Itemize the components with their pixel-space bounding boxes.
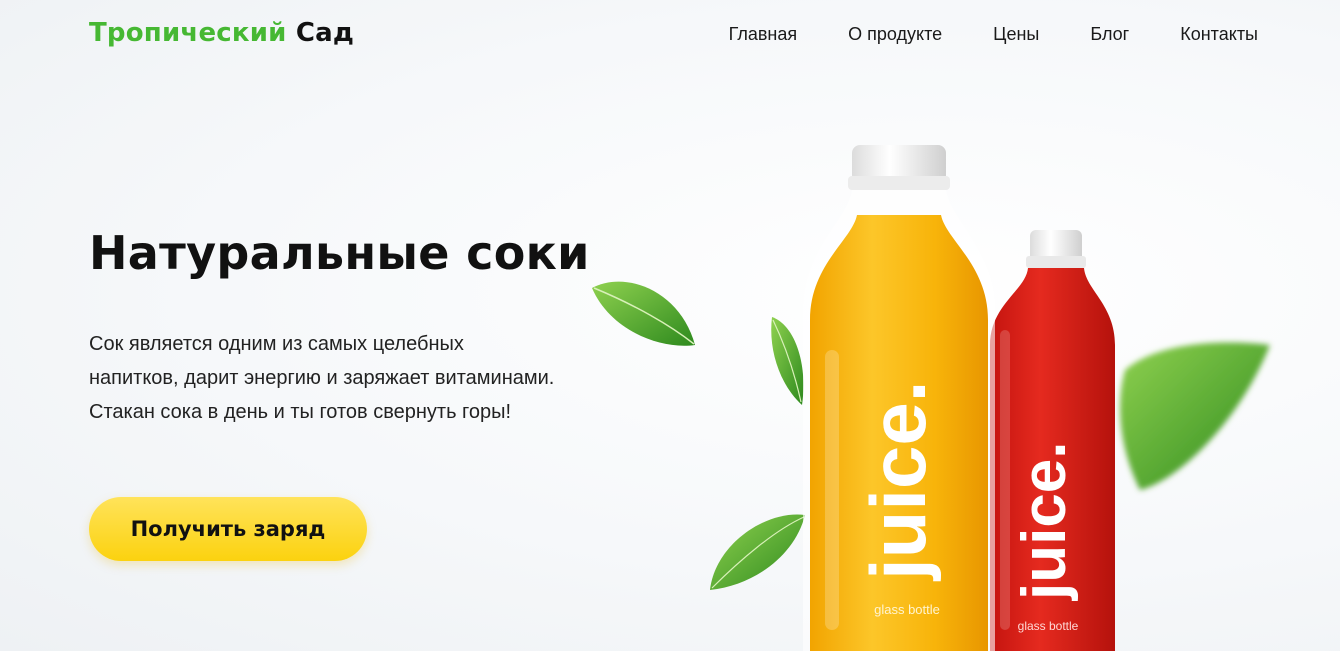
bottle-brand-orange: juice.: [854, 381, 942, 582]
site-logo[interactable]: Тропический Сад: [89, 18, 354, 48]
nav-link-contacts[interactable]: Контакты: [1180, 24, 1258, 45]
logo-word-2: Сад: [295, 18, 355, 48]
get-charge-button[interactable]: Получить заряд: [89, 497, 367, 561]
leaf-icon: [1120, 342, 1270, 490]
nav-link-prices[interactable]: Цены: [993, 24, 1039, 45]
hero-description: Сок является одним из самых целебных нап…: [89, 333, 555, 423]
orange-juice-bottle: juice. glass bottle: [803, 145, 995, 651]
main-nav: Главная О продукте Цены Блог Контакты: [729, 24, 1258, 45]
hero-title: Натуральные соки: [89, 226, 590, 280]
leaf-icon: [710, 514, 805, 590]
nav-link-about-product[interactable]: О продукте: [848, 24, 942, 45]
bottle-brand-red: juice.: [1010, 441, 1079, 601]
bottle-caption-red: glass bottle: [1018, 619, 1079, 633]
red-juice-bottle: juice. glass bottle: [990, 230, 1115, 651]
leaf-icon: [592, 281, 695, 346]
bottle-caption-orange: glass bottle: [874, 602, 940, 617]
logo-word-1: Тропический: [89, 18, 287, 48]
leaf-icon: [771, 317, 804, 405]
hero-illustration: juice. glass bottle juice. glass bottle: [592, 145, 1270, 651]
nav-link-home[interactable]: Главная: [729, 24, 798, 45]
nav-link-blog[interactable]: Блог: [1090, 24, 1129, 45]
